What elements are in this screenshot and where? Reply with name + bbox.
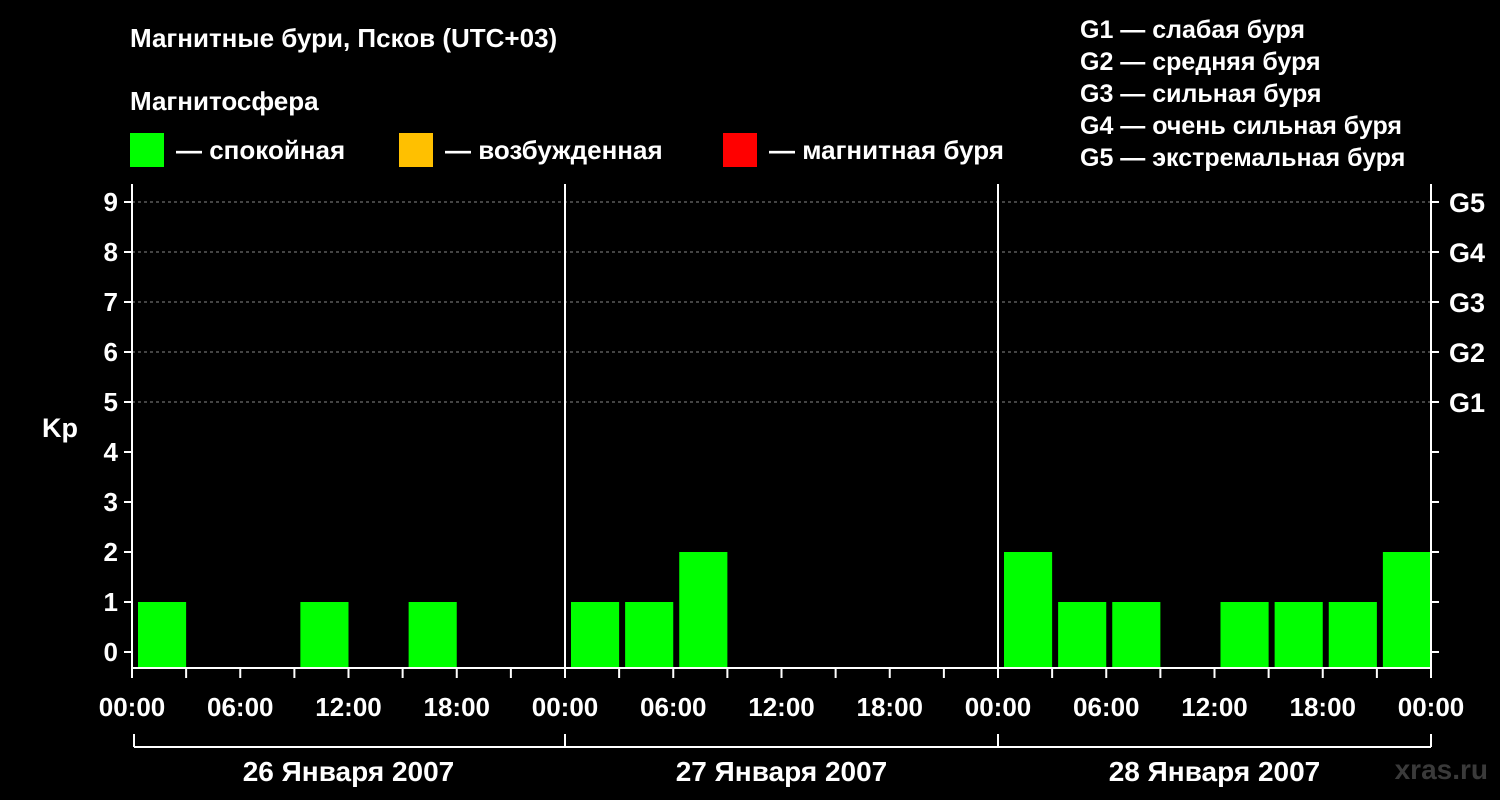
y-tick-label: 7 <box>104 287 118 317</box>
y-tick-label: 9 <box>104 187 118 217</box>
y-axis-label: Kp <box>42 413 78 443</box>
kp-bar <box>625 602 674 668</box>
kp-bar <box>1382 552 1431 668</box>
x-tick-label: 06:00 <box>207 692 274 722</box>
kp-bar <box>408 602 457 668</box>
kp-bar <box>1112 602 1161 668</box>
kp-bar <box>571 602 620 668</box>
kp-bar <box>1328 602 1377 668</box>
kp-bar-chart: 0 1 2 3 4 5 6 7 8 9 G1 G2 G3 G4 G5 Kp 00:00 06:00 12:00 18:… <box>42 184 1485 787</box>
kp-bar <box>679 552 728 668</box>
x-tick-label: 18:00 <box>424 692 491 722</box>
y-tick-label: 1 <box>104 587 118 617</box>
watermark: xras.ru <box>1394 754 1488 785</box>
day-label: 28 Января 2007 <box>1109 756 1321 787</box>
right-g-label: G5 <box>1449 188 1485 218</box>
kp-bar <box>1220 602 1269 668</box>
right-g-label: G3 <box>1449 288 1485 318</box>
x-tick-label: 12:00 <box>1181 692 1248 722</box>
y-tick-label: 2 <box>104 537 118 567</box>
kp-bar <box>1058 602 1107 668</box>
right-g-label: G1 <box>1449 388 1485 418</box>
x-tick-label: 18:00 <box>1290 692 1357 722</box>
x-tick-label: 00:00 <box>1398 692 1465 722</box>
x-tick-label: 06:00 <box>640 692 707 722</box>
x-tick-label: 00:00 <box>532 692 599 722</box>
kp-bar <box>138 602 187 668</box>
day-label: 27 Января 2007 <box>676 756 888 787</box>
kp-bar <box>300 602 349 668</box>
x-tick-label: 00:00 <box>99 692 166 722</box>
right-g-label: G4 <box>1449 238 1485 268</box>
x-tick-label: 00:00 <box>965 692 1032 722</box>
kp-bar <box>1004 552 1053 668</box>
y-tick-label: 8 <box>104 237 118 267</box>
x-tick-label: 18:00 <box>857 692 924 722</box>
day-label: 26 Января 2007 <box>243 756 455 787</box>
y-tick-label: 6 <box>104 337 118 367</box>
x-tick-label: 12:00 <box>748 692 815 722</box>
x-tick-label: 12:00 <box>315 692 382 722</box>
y-tick-label: 4 <box>104 437 119 467</box>
right-g-label: G2 <box>1449 338 1485 368</box>
kp-bar <box>1274 602 1323 668</box>
y-tick-label: 0 <box>104 637 118 667</box>
y-tick-label: 5 <box>104 387 118 417</box>
x-tick-label: 06:00 <box>1073 692 1140 722</box>
y-tick-label: 3 <box>104 487 118 517</box>
